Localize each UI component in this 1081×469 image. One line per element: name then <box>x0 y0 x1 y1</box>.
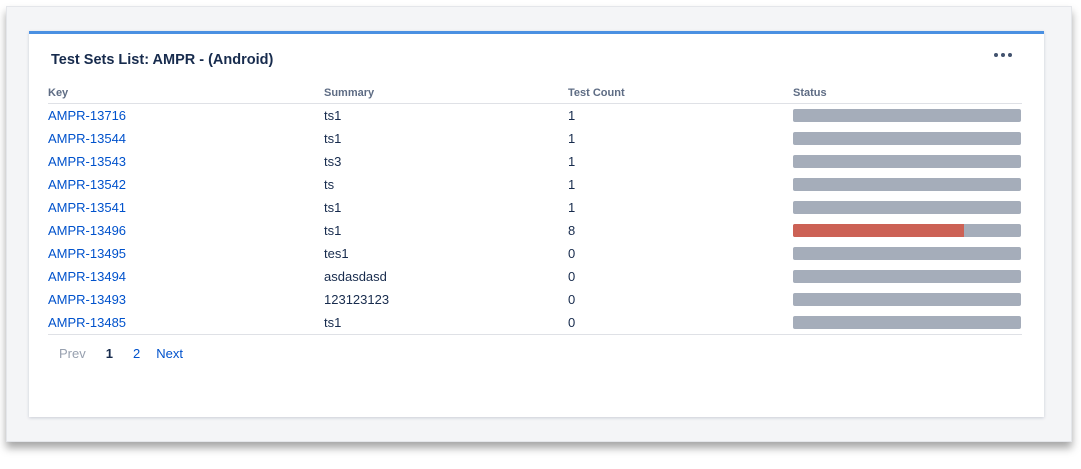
cell-test-count: 1 <box>568 108 576 123</box>
status-progress-bar[interactable] <box>793 155 1021 168</box>
column-header-key[interactable]: Key <box>48 83 324 104</box>
status-fail-segment <box>793 224 964 237</box>
cell-summary: 123123123 <box>324 292 390 307</box>
test-sets-gadget: Test Sets List: AMPR - (Android) Key Sum… <box>29 31 1044 417</box>
cell-key: AMPR-13485 <box>48 311 324 335</box>
pagination-next[interactable]: Next <box>156 346 183 361</box>
cell-status <box>793 219 1022 242</box>
column-header-status[interactable]: Status <box>793 83 1022 104</box>
issue-key-link[interactable]: AMPR-13544 <box>48 131 126 146</box>
pagination-current-page: 1 <box>105 346 113 361</box>
more-options-button[interactable] <box>994 53 1012 57</box>
more-horizontal-icon <box>1008 53 1012 57</box>
cell-key: AMPR-13544 <box>48 127 324 150</box>
issue-key-link[interactable]: AMPR-13543 <box>48 154 126 169</box>
cell-summary: ts1 <box>324 223 342 238</box>
cell-status <box>793 173 1022 196</box>
cell-summary: asdasdasd <box>324 269 387 284</box>
cell-test-count: 1 <box>568 177 576 192</box>
issue-key-link[interactable]: AMPR-13493 <box>48 292 126 307</box>
cell-key: AMPR-13541 <box>48 196 324 219</box>
cell-test-count: 0 <box>568 311 793 335</box>
cell-status <box>793 150 1022 173</box>
status-progress-bar[interactable] <box>793 316 1021 329</box>
table-row: AMPR-13542 ts 1 <box>48 173 1022 196</box>
cell-status <box>793 127 1022 150</box>
cell-test-count: 1 <box>568 200 576 215</box>
issue-key-link[interactable]: AMPR-13542 <box>48 177 126 192</box>
status-progress-bar[interactable] <box>793 293 1021 306</box>
cell-test-count: 0 <box>568 246 576 261</box>
column-header-test-count[interactable]: Test Count <box>568 83 793 104</box>
column-header-summary[interactable]: Summary <box>324 83 568 104</box>
cell-key: AMPR-13716 <box>48 104 324 128</box>
gadget-header: Test Sets List: AMPR - (Android) <box>51 49 1022 71</box>
cell-summary: ts3 <box>324 154 342 169</box>
issue-key-link[interactable]: AMPR-13716 <box>48 108 126 123</box>
table-row: AMPR-13495 tes1 0 <box>48 242 1022 265</box>
table-header-row: Key Summary Test Count Status <box>48 83 1022 104</box>
status-progress-bar[interactable] <box>793 224 1021 237</box>
issue-key-link[interactable]: AMPR-13495 <box>48 246 126 261</box>
cell-summary: ts <box>324 177 335 192</box>
status-progress-bar[interactable] <box>793 247 1021 260</box>
pagination: Prev 1 2 Next <box>59 346 203 361</box>
cell-status <box>793 288 1022 311</box>
cell-key: AMPR-13543 <box>48 150 324 173</box>
table-row: AMPR-13541 ts1 1 <box>48 196 1022 219</box>
page: Test Sets List: AMPR - (Android) Key Sum… <box>0 0 1081 469</box>
cell-test-count: 1 <box>568 154 576 169</box>
cell-key: AMPR-13496 <box>48 219 324 242</box>
table-row: AMPR-13544 ts1 1 <box>48 127 1022 150</box>
status-progress-bar[interactable] <box>793 109 1021 122</box>
cell-status <box>793 242 1022 265</box>
cell-summary: ts1 <box>324 131 342 146</box>
cell-summary: tes1 <box>324 246 349 261</box>
issue-key-link[interactable]: AMPR-13485 <box>48 315 126 330</box>
issue-key-link[interactable]: AMPR-13496 <box>48 223 126 238</box>
status-progress-bar[interactable] <box>793 132 1021 145</box>
table-row: AMPR-13493 123123123 0 <box>48 288 1022 311</box>
cell-test-count: 0 <box>568 292 576 307</box>
cell-key: AMPR-13495 <box>48 242 324 265</box>
cell-status <box>793 196 1022 219</box>
cell-summary: ts1 <box>324 108 342 123</box>
test-sets-table: Key Summary Test Count Status AMPR-13716… <box>48 83 1022 335</box>
cell-test-count: 0 <box>568 269 576 284</box>
cell-key: AMPR-13542 <box>48 173 324 196</box>
cell-status <box>793 265 1022 288</box>
gadget-title: Test Sets List: AMPR - (Android) <box>51 52 274 68</box>
table-row: AMPR-13496 ts1 8 <box>48 219 1022 242</box>
table-body: AMPR-13716 ts1 1 AMPR-13544 ts1 1 AMPR-13543 ts… <box>48 104 1022 335</box>
more-horizontal-icon <box>1001 53 1005 57</box>
cell-summary: ts1 <box>324 311 568 335</box>
status-progress-bar[interactable] <box>793 201 1021 214</box>
table-row: AMPR-13716 ts1 1 <box>48 104 1022 128</box>
more-horizontal-icon <box>994 53 998 57</box>
cell-status <box>793 311 1022 335</box>
cell-test-count: 1 <box>568 131 576 146</box>
cell-summary: ts1 <box>324 200 342 215</box>
table-row: AMPR-13494 asdasdasd 0 <box>48 265 1022 288</box>
table-row: AMPR-13485 ts1 0 <box>48 311 1022 335</box>
cell-status <box>793 104 1022 128</box>
status-progress-bar[interactable] <box>793 270 1021 283</box>
cell-test-count: 8 <box>568 223 576 238</box>
cell-key: AMPR-13493 <box>48 288 324 311</box>
issue-key-link[interactable]: AMPR-13494 <box>48 269 126 284</box>
cell-key: AMPR-13494 <box>48 265 324 288</box>
pagination-page-2[interactable]: 2 <box>133 346 140 361</box>
issue-key-link[interactable]: AMPR-13541 <box>48 200 126 215</box>
status-progress-bar[interactable] <box>793 178 1021 191</box>
table-row: AMPR-13543 ts3 1 <box>48 150 1022 173</box>
pagination-prev[interactable]: Prev <box>59 346 86 361</box>
